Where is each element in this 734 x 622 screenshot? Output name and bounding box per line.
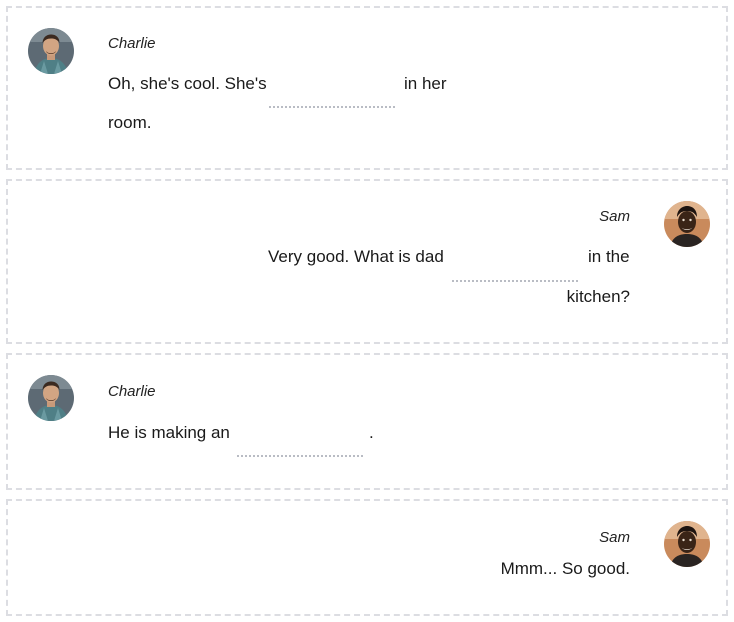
sam-avatar-icon: [664, 521, 710, 567]
message-card-sam-2: Sam Mmm... So good.: [6, 499, 728, 616]
answer-input[interactable]: [237, 435, 363, 453]
message-card-charlie-1: Charlie Oh, she's cool. She's in her roo…: [6, 6, 728, 170]
answer-blank-input[interactable]: [452, 260, 578, 282]
answer-blank-input[interactable]: [237, 435, 363, 457]
speaker-name: Charlie: [108, 383, 156, 400]
message-text: in the: [588, 247, 630, 266]
message-text: kitchen?: [566, 287, 630, 306]
message-text: Oh, she's cool. She's: [108, 74, 267, 93]
message-card-charlie-2: Charlie He is making an .: [6, 353, 728, 490]
speaker-name: Sam: [599, 208, 630, 225]
message-text: Mmm... So good.: [500, 559, 630, 578]
message-text: in her: [404, 74, 447, 93]
sam-avatar-icon: [664, 201, 710, 247]
message-text: He is making an: [108, 423, 230, 442]
message-text: .: [369, 423, 374, 442]
speaker-name: Sam: [599, 529, 630, 546]
message-text: Very good. What is dad: [268, 247, 444, 266]
speaker-name: Charlie: [108, 35, 156, 52]
charlie-avatar-icon: [28, 375, 74, 421]
charlie-avatar-icon: [28, 28, 74, 74]
message-card-sam-1: Sam Very good. What is dad in the kitche…: [6, 179, 728, 344]
answer-input[interactable]: [269, 86, 395, 104]
answer-input[interactable]: [452, 260, 578, 278]
answer-blank-input[interactable]: [269, 86, 395, 108]
message-text: room.: [108, 113, 152, 132]
